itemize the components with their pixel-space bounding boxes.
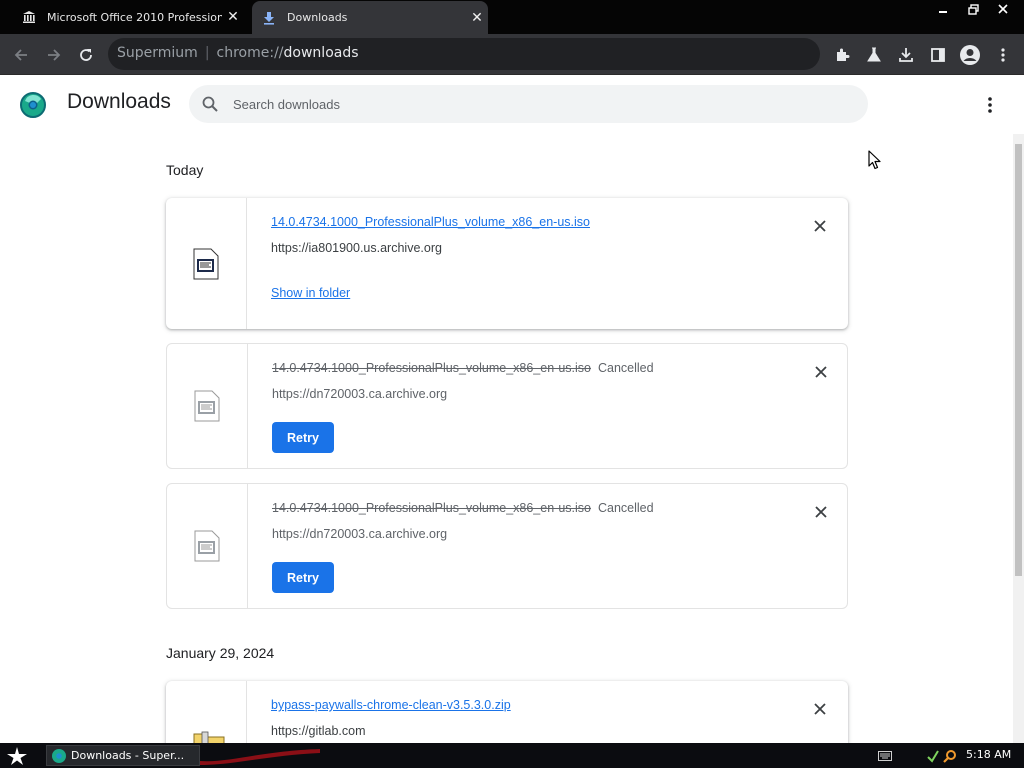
remove-download-icon[interactable] — [811, 700, 829, 718]
tab-strip: Microsoft Office 2010 Professional Plus … — [0, 0, 1024, 34]
downloads-header: Downloads — [0, 76, 1024, 134]
back-icon[interactable] — [8, 42, 34, 68]
keyboard-icon[interactable] — [878, 747, 892, 764]
remove-download-icon[interactable] — [812, 503, 830, 521]
taskbar-decoration — [200, 749, 320, 765]
search-tray-icon[interactable] — [943, 747, 957, 764]
file-name: 14.0.4734.1000_ProfessionalPlus_volume_x… — [272, 501, 591, 515]
file-icon-column — [167, 344, 248, 468]
taskbar: Downloads - Super... 5:18 AM — [0, 743, 1024, 768]
download-item: 14.0.4734.1000_ProfessionalPlus_volume_x… — [166, 343, 848, 469]
file-icon-column — [167, 484, 248, 608]
disc-image-file-icon — [193, 248, 219, 280]
browser-menu-icon[interactable] — [990, 42, 1016, 68]
file-name: 14.0.4734.1000_ProfessionalPlus_volume_x… — [272, 361, 591, 375]
disc-image-file-icon — [194, 530, 220, 562]
download-item: 14.0.4734.1000_ProfessionalPlus_volume_x… — [166, 198, 848, 329]
url-host: downloads — [283, 45, 359, 61]
tab-title: Microsoft Office 2010 Professional Plus — [47, 10, 222, 24]
source-url: https://dn720003.ca.archive.org — [272, 387, 448, 401]
source-url: https://ia801900.us.archive.org — [271, 241, 442, 255]
date-heading: January 29, 2024 — [166, 645, 275, 661]
profile-avatar-icon[interactable] — [957, 42, 983, 68]
search-icon — [201, 95, 219, 117]
labs-flask-icon[interactable] — [861, 42, 887, 68]
tab-downloads[interactable]: Downloads ✕ — [252, 1, 488, 34]
remove-download-icon[interactable] — [812, 363, 830, 381]
file-name-link[interactable]: bypass-paywalls-chrome-clean-v3.5.3.0.zi… — [271, 698, 511, 712]
address-text: Supermium | chrome://downloads — [117, 45, 359, 61]
remove-download-icon[interactable] — [811, 217, 829, 235]
close-tab-icon[interactable]: ✕ — [222, 9, 244, 25]
restore-icon[interactable] — [958, 0, 988, 18]
downloads-icon[interactable] — [893, 42, 919, 68]
mouse-cursor-icon — [868, 150, 882, 174]
close-window-icon[interactable] — [988, 0, 1018, 18]
tab-office-archive[interactable]: Microsoft Office 2010 Professional Plus … — [12, 0, 244, 34]
tab-title: Downloads — [287, 11, 348, 24]
download-status: Cancelled — [598, 501, 654, 515]
source-url: https://gitlab.com — [271, 724, 366, 738]
more-actions-icon[interactable] — [980, 95, 1000, 115]
scrollbar-thumb[interactable] — [1015, 144, 1022, 576]
address-bar[interactable]: Supermium | chrome://downloads — [108, 38, 820, 70]
close-tab-icon[interactable]: ✕ — [466, 10, 488, 26]
page-title: Downloads — [67, 90, 171, 113]
download-icon — [260, 9, 278, 27]
url-scheme: chrome:// — [216, 45, 284, 61]
extensions-icon[interactable] — [829, 42, 855, 68]
minimize-icon[interactable] — [928, 0, 958, 18]
browser-brand: Supermium — [117, 45, 198, 61]
taskbar-clock: 5:18 AM — [966, 748, 1012, 761]
browser-window: Microsoft Office 2010 Professional Plus … — [0, 0, 1024, 768]
retry-button[interactable]: Retry — [272, 562, 334, 593]
disc-image-file-icon — [194, 390, 220, 422]
start-button-icon[interactable] — [6, 746, 28, 766]
archive-icon — [20, 8, 38, 26]
address-separator: | — [204, 45, 210, 61]
search-box[interactable] — [189, 85, 868, 123]
browser-logo-icon — [19, 91, 47, 119]
file-icon-column — [166, 198, 247, 329]
show-in-folder-link[interactable]: Show in folder — [271, 286, 350, 300]
forward-icon[interactable] — [41, 42, 67, 68]
browser-logo-icon — [52, 748, 66, 763]
reload-icon[interactable] — [73, 42, 99, 68]
side-panel-icon[interactable] — [925, 42, 951, 68]
window-controls — [928, 0, 1018, 18]
search-input[interactable] — [233, 85, 833, 123]
network-icon[interactable] — [926, 747, 940, 764]
taskbar-item-label: Downloads - Super... — [71, 749, 185, 762]
retry-button[interactable]: Retry — [272, 422, 334, 453]
date-heading: Today — [166, 162, 204, 178]
download-item: 14.0.4734.1000_ProfessionalPlus_volume_x… — [166, 483, 848, 609]
download-status: Cancelled — [598, 361, 654, 375]
source-url: https://dn720003.ca.archive.org — [272, 527, 448, 541]
taskbar-item-downloads[interactable]: Downloads - Super... — [46, 745, 200, 766]
file-name-link[interactable]: 14.0.4734.1000_ProfessionalPlus_volume_x… — [271, 215, 590, 229]
